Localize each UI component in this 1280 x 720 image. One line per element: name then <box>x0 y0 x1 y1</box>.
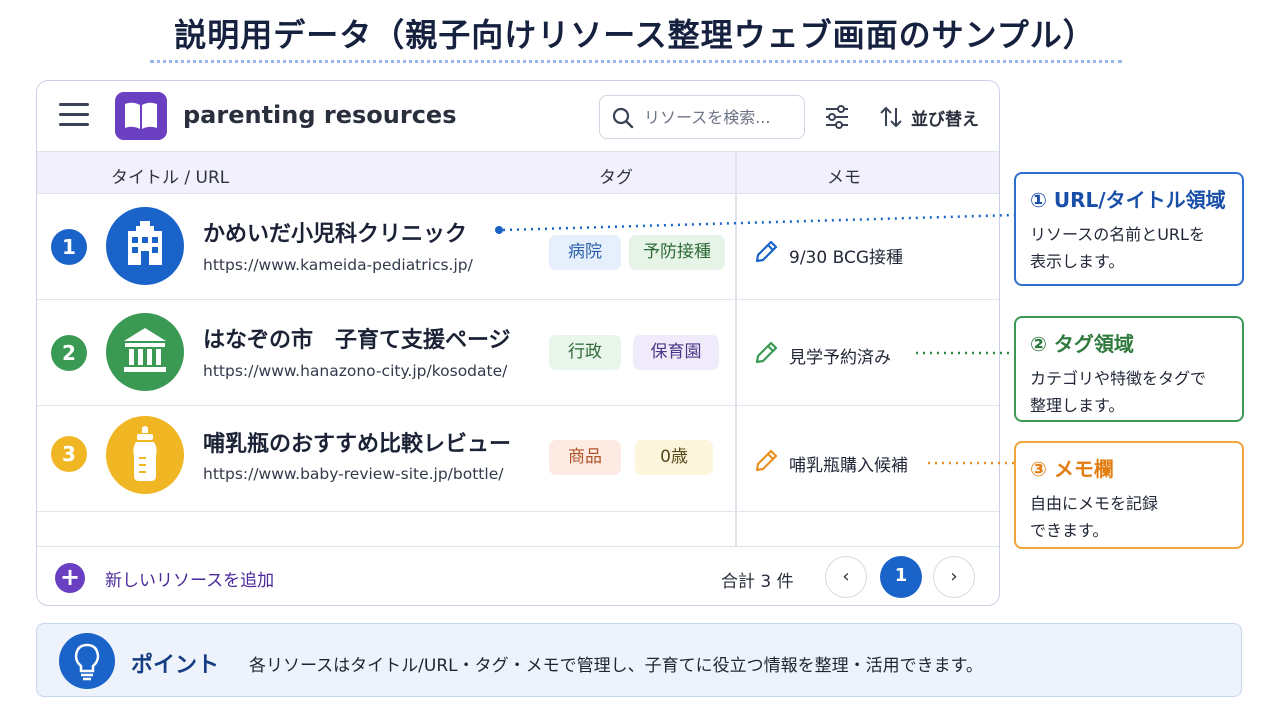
app-window: parenting resources 並び替え タイトル / URL <box>36 80 1000 606</box>
current-page-button[interactable]: 1 <box>880 556 922 598</box>
callout-memo-area: ③ メモ欄 自由にメモを記録 できます。 <box>1014 441 1244 549</box>
callout-line: リソースの名前とURLを <box>1030 225 1205 244</box>
point-box: ポイント 各リソースはタイトル/URL・タグ・メモで管理し、子育てに役立つ情報を… <box>36 623 1242 697</box>
table-row[interactable]: 3 哺乳瓶のおすすめ比較レビュー https://www.baby-review… <box>37 406 999 512</box>
hamburger-menu-icon[interactable] <box>59 103 89 129</box>
callout-tag-area: ② タグ領域 カテゴリや特徴をタグで 整理します。 <box>1014 316 1244 422</box>
baby-bottle-icon <box>106 416 184 494</box>
table-row[interactable]: 1 かめいだ小児科クリニック https://www.kameida-pedia… <box>37 194 999 300</box>
row-number-badge: 2 <box>51 335 87 371</box>
add-resource-label: 新しいリソースを追加 <box>105 570 275 591</box>
next-page-button[interactable]: › <box>933 556 975 598</box>
callout-line: カテゴリや特徴をタグで <box>1030 369 1207 388</box>
memo-text[interactable]: 哺乳瓶購入候補 <box>789 451 908 476</box>
callout-description: カテゴリや特徴をタグで 整理します。 <box>1030 365 1228 419</box>
add-resource-button[interactable]: + 新しいリソースを追加 <box>55 563 274 593</box>
page-title: 説明用データ（親子向けリソース整理ウェブ画面のサンプル） <box>174 16 1096 54</box>
column-header-tags[interactable]: タグ <box>599 163 633 188</box>
table-header: タイトル / URL タグ メモ <box>37 151 999 194</box>
plus-icon: + <box>55 563 85 593</box>
point-label: ポイント <box>131 653 220 678</box>
callout-line: 表示します。 <box>1030 252 1125 271</box>
resource-url[interactable]: https://www.hanazono-city.jp/kosodate/ <box>203 362 507 380</box>
lightbulb-icon <box>59 633 115 689</box>
row-number-badge: 3 <box>51 436 87 472</box>
callout-title: ① URL/タイトル領域 <box>1030 188 1226 212</box>
tag-government[interactable]: 行政 <box>549 335 621 370</box>
filter-sliders-icon[interactable] <box>823 103 851 131</box>
column-header-memo[interactable]: メモ <box>827 163 861 188</box>
app-name: parenting resources <box>183 101 457 129</box>
tag-nursery[interactable]: 保育園 <box>633 335 719 370</box>
tag-hospital[interactable]: 病院 <box>549 235 621 270</box>
government-building-icon <box>106 313 184 391</box>
table-footer: + 新しいリソースを追加 合計 3 件 ‹ 1 › <box>37 546 999 605</box>
search-icon <box>612 107 634 129</box>
callout-line: できます。 <box>1030 521 1109 540</box>
resource-url[interactable]: https://www.baby-review-site.jp/bottle/ <box>203 465 503 483</box>
pencil-icon[interactable] <box>753 239 779 265</box>
sort-label: 並び替え <box>911 109 979 130</box>
search-input[interactable] <box>644 106 794 128</box>
search-box[interactable] <box>599 95 805 139</box>
resource-title[interactable]: 哺乳瓶のおすすめ比較レビュー <box>203 426 511 458</box>
callout-description: リソースの名前とURLを 表示します。 <box>1030 221 1228 275</box>
column-header-title-url[interactable]: タイトル / URL <box>111 163 229 188</box>
book-logo-icon <box>115 92 167 140</box>
callout-description: 自由にメモを記録 できます。 <box>1030 490 1228 544</box>
prev-page-button[interactable]: ‹ <box>825 556 867 598</box>
tag-age-zero[interactable]: 0歳 <box>635 440 713 475</box>
pencil-icon[interactable] <box>753 340 779 366</box>
app-toolbar: parenting resources 並び替え <box>37 81 999 151</box>
pencil-icon[interactable] <box>753 448 779 474</box>
resource-title[interactable]: はなぞの市 子育て支援ページ <box>203 322 511 354</box>
title-divider <box>150 60 1122 63</box>
resource-url[interactable]: https://www.kameida-pediatrics.jp/ <box>203 256 473 274</box>
table-row[interactable]: 2 はなぞの市 子育て支援ページ https://www.hanazono-ci… <box>37 300 999 406</box>
point-text: 各リソースはタイトル/URL・タグ・メモで管理し、子育てに役立つ情報を整理・活用… <box>249 656 983 676</box>
callout-title: ② タグ領域 <box>1030 332 1134 356</box>
hospital-icon <box>106 207 184 285</box>
tag-product[interactable]: 商品 <box>549 440 621 475</box>
callout-title: ③ メモ欄 <box>1030 457 1114 481</box>
total-count: 合計 3 件 <box>721 572 794 592</box>
callout-title-url-area: ① URL/タイトル領域 リソースの名前とURLを 表示します。 <box>1014 172 1244 286</box>
memo-text[interactable]: 見学予約済み <box>789 343 891 368</box>
callout-line: 自由にメモを記録 <box>1030 494 1159 513</box>
resource-title[interactable]: かめいだ小児科クリニック <box>203 216 467 248</box>
sort-button[interactable]: 並び替え <box>879 101 979 133</box>
tag-vaccination[interactable]: 予防接種 <box>629 235 725 270</box>
callout-line: 整理します。 <box>1030 396 1125 415</box>
row-number-badge: 1 <box>51 229 87 265</box>
memo-text[interactable]: 9/30 BCG接種 <box>789 243 903 268</box>
sort-arrows-icon <box>880 106 902 128</box>
